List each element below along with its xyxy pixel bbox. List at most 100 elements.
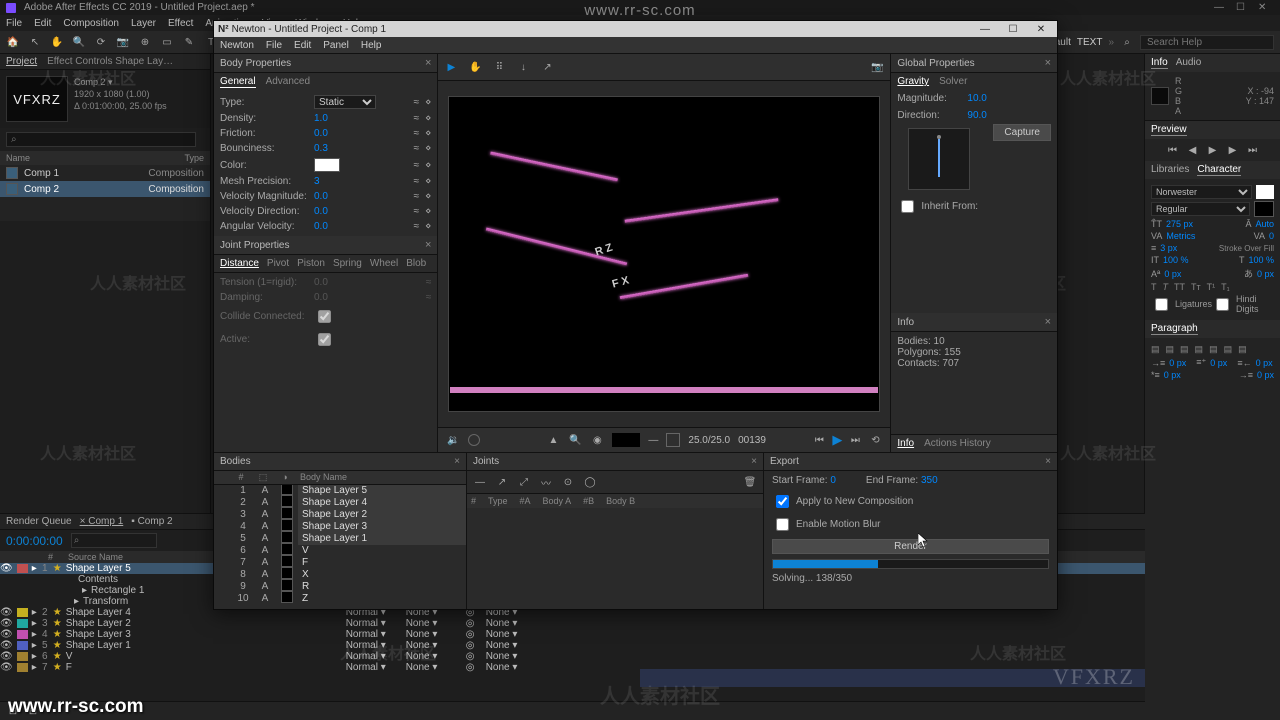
volume-icon[interactable]: 🔉 xyxy=(446,433,460,447)
tab-render-queue[interactable]: Render Queue xyxy=(6,516,72,527)
project-item[interactable]: Comp 2 Composition xyxy=(0,181,210,197)
tab-gravity[interactable]: Gravity xyxy=(897,76,929,87)
col-name[interactable]: Name xyxy=(6,153,30,163)
pan-behind-icon[interactable]: ⊕ xyxy=(138,35,152,49)
project-item[interactable]: Comp 1 Composition xyxy=(0,165,210,181)
kerning[interactable]: Metrics xyxy=(1166,231,1206,241)
body-row[interactable]: 10AZ xyxy=(214,593,466,605)
body-row[interactable]: 8AX xyxy=(214,569,466,581)
body-row[interactable]: 6AV xyxy=(214,545,466,557)
checkbox[interactable] xyxy=(666,433,680,447)
menu-layer[interactable]: Layer xyxy=(131,18,156,29)
menu-composition[interactable]: Composition xyxy=(63,18,119,29)
nw-menu-panel[interactable]: Panel xyxy=(323,40,349,51)
faux-bold-icon[interactable]: T xyxy=(1151,282,1157,292)
tsume[interactable]: 0 px xyxy=(1257,269,1274,279)
zoom-tool-icon[interactable]: 🔍 xyxy=(72,35,86,49)
justify-right-icon[interactable]: ▤ xyxy=(1224,344,1233,355)
tab-solver[interactable]: Solver xyxy=(939,76,967,87)
justify-all-icon[interactable]: ▤ xyxy=(1238,344,1247,355)
joint-tool2-icon[interactable]: ↗ xyxy=(495,475,509,489)
superscript-icon[interactable]: T¹ xyxy=(1207,282,1216,292)
tab-info2[interactable]: Info xyxy=(897,438,914,449)
apply-new-comp-check[interactable] xyxy=(776,495,789,508)
menu-file[interactable]: File xyxy=(6,18,22,29)
joint-tab-distance[interactable]: Distance xyxy=(220,258,259,269)
style-select[interactable]: Regular xyxy=(1151,202,1250,216)
inherit-check[interactable] xyxy=(901,200,914,213)
allcaps-icon[interactable]: TT xyxy=(1174,282,1185,292)
menu-edit[interactable]: Edit xyxy=(34,18,51,29)
layer-row[interactable]: 👁▸5★Shape Layer 1Normal ▾None ▾◎None ▾ xyxy=(0,640,1145,651)
tab-project[interactable]: Project xyxy=(6,56,37,67)
magnify-icon[interactable]: 🔍 xyxy=(568,433,582,447)
nw-menu-newton[interactable]: Newton xyxy=(220,40,254,51)
tab-preview[interactable]: Preview xyxy=(1151,124,1187,136)
font-size[interactable]: 275 px xyxy=(1166,219,1193,229)
joint-tool6-icon[interactable]: ◯ xyxy=(583,475,597,489)
tab-advanced[interactable]: Advanced xyxy=(266,76,310,88)
nw-menu-file[interactable]: File xyxy=(266,40,282,51)
pen-tool-icon[interactable]: ✎ xyxy=(182,35,196,49)
joint-tool1-icon[interactable]: ― xyxy=(473,475,487,489)
tracking[interactable]: 0 xyxy=(1269,231,1274,241)
type-select[interactable]: Static xyxy=(314,95,376,109)
project-search[interactable] xyxy=(6,132,196,147)
tab-effect-controls[interactable]: Effect Controls Shape Layer 5 xyxy=(47,56,177,67)
trash-icon[interactable]: 🗑 xyxy=(743,475,757,489)
smallcaps-icon[interactable]: Tᴛ xyxy=(1191,282,1201,292)
stroke-width[interactable]: 3 px xyxy=(1160,243,1177,253)
next-frame-icon[interactable]: ⏭ xyxy=(848,433,862,447)
timeline-search[interactable] xyxy=(71,533,157,548)
view-icon[interactable]: ◉ xyxy=(590,433,604,447)
tab-character[interactable]: Character xyxy=(1197,164,1241,176)
home-icon[interactable]: 🏠 xyxy=(6,35,20,49)
joint-tab-piston[interactable]: Piston xyxy=(297,258,325,269)
layer-row[interactable]: 👁▸3★Shape Layer 2Normal ▾None ▾◎None ▾ xyxy=(0,618,1145,629)
tab-audio[interactable]: Audio xyxy=(1176,57,1202,69)
nw-menu-edit[interactable]: Edit xyxy=(294,40,311,51)
layer-row[interactable]: 👁▸6★VNormal ▾None ▾◎None ▾ xyxy=(0,651,1145,662)
close-icon[interactable]: × xyxy=(751,456,757,467)
workspace-text[interactable]: TEXT xyxy=(1077,37,1103,48)
expand-icon[interactable]: ↗ xyxy=(540,60,554,74)
joint-tab-blob[interactable]: Blob xyxy=(406,258,426,269)
body-row[interactable]: 3AShape Layer 2 xyxy=(214,509,466,521)
close-icon[interactable]: × xyxy=(454,456,460,467)
tab-comp1[interactable]: × Comp 1 xyxy=(80,516,124,527)
window-buttons[interactable]: —☐✕ xyxy=(1208,2,1274,13)
hand-icon[interactable]: ✋ xyxy=(468,60,482,74)
faux-italic-icon[interactable]: T xyxy=(1163,282,1169,292)
col-type[interactable]: Type xyxy=(184,153,204,163)
nw-minimize-icon[interactable]: — xyxy=(973,24,997,35)
tab-info[interactable]: Info xyxy=(1151,57,1168,69)
joint-tool4-icon[interactable]: 〰 xyxy=(539,475,553,489)
joint-tab-pivot[interactable]: Pivot xyxy=(267,258,289,269)
justify-center-icon[interactable]: ▤ xyxy=(1209,344,1218,355)
play-icon[interactable]: ▶ xyxy=(1206,143,1220,157)
nw-close-icon[interactable]: ✕ xyxy=(1029,24,1053,35)
justify-left-icon[interactable]: ▤ xyxy=(1195,344,1204,355)
hindi-check[interactable] xyxy=(1216,298,1229,311)
body-row[interactable]: 4AShape Layer 3 xyxy=(214,521,466,533)
h-scale[interactable]: 100 % xyxy=(1248,255,1274,265)
hand-tool-icon[interactable]: ✋ xyxy=(50,35,64,49)
loop-icon[interactable]: ⟲ xyxy=(868,433,882,447)
col-source-name[interactable]: Source Name xyxy=(64,552,198,562)
gravity-down-icon[interactable]: ↓ xyxy=(516,60,530,74)
selection-tool-icon[interactable]: ↖ xyxy=(28,35,42,49)
direction-value[interactable]: 90.0 xyxy=(967,110,986,121)
prev-frame-icon[interactable]: ◀ xyxy=(1186,143,1200,157)
layer-row[interactable]: 👁▸4★Shape Layer 3Normal ▾None ▾◎None ▾ xyxy=(0,629,1145,640)
nw-menu-help[interactable]: Help xyxy=(361,40,382,51)
close-icon[interactable]: × xyxy=(1045,456,1051,467)
close-icon[interactable]: × xyxy=(1045,57,1051,69)
snapshot-icon[interactable]: 📷 xyxy=(870,60,884,74)
stroke-style[interactable]: Stroke Over Fill xyxy=(1219,244,1274,253)
leading[interactable]: Auto xyxy=(1255,219,1274,229)
tab-paragraph[interactable]: Paragraph xyxy=(1151,323,1198,335)
first-frame-icon[interactable]: ⏮ xyxy=(812,433,826,447)
align-center-icon[interactable]: ▤ xyxy=(1166,344,1175,355)
gravity-direction-widget[interactable] xyxy=(908,128,970,190)
tab-comp2[interactable]: ▪ Comp 2 xyxy=(131,516,172,527)
